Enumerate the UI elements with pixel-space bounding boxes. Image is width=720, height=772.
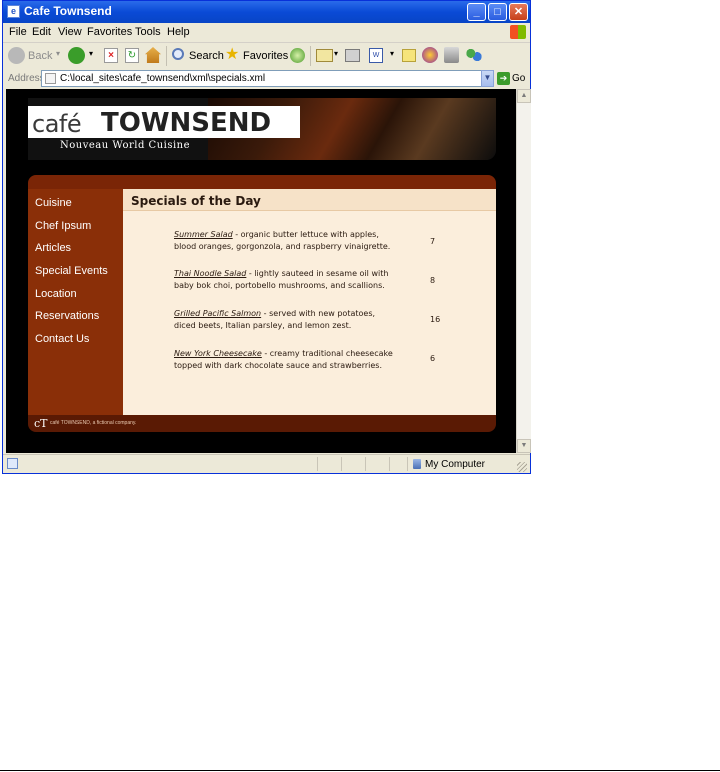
site-logo[interactable]: café TOWNSEND [28,106,300,138]
special-price: 16 [430,315,441,324]
special-name-link[interactable]: Grilled Pacific Salmon [174,309,261,318]
menu-favorites[interactable]: Favorites [87,26,132,38]
content-title-bar: Specials of the Day [123,189,496,211]
toolbar-separator [310,46,311,66]
go-button-label[interactable]: Go [512,73,525,84]
nav-item-chef-ipsum[interactable]: Chef Ipsum [35,220,91,232]
nav-item-articles[interactable]: Articles [35,242,71,254]
nav-item-special-events[interactable]: Special Events [35,265,108,277]
address-label: Address [8,73,45,84]
search-button-label[interactable]: Search [189,50,224,62]
maximize-button[interactable]: □ [488,3,507,21]
menu-edit[interactable]: Edit [32,26,51,38]
scroll-up-icon[interactable]: ▲ [517,89,531,103]
menu-view[interactable]: View [58,26,82,38]
page-viewport: café TOWNSEND Nouveau World Cuisine Cuis… [6,89,516,453]
back-button-label[interactable]: Back [28,50,52,62]
mail-dropdown-icon[interactable]: ▾ [334,49,338,58]
special-price: 6 [430,354,436,363]
special-name-link[interactable]: Thai Noodle Salad [174,269,246,278]
back-dropdown-icon[interactable]: ▾ [56,49,60,58]
people-icon[interactable] [466,47,482,63]
logo-cafe-text: café [32,110,82,138]
ie-page-icon: e [7,5,20,18]
status-separator [341,457,342,471]
footer-logo: cT [34,417,48,430]
favorites-star-icon[interactable]: ★ [225,46,239,64]
title-bar[interactable]: e Cafe Townsend _ □ ✕ [3,1,530,23]
nav-item-location[interactable]: Location [35,288,77,300]
site-footer: cT café TOWNSEND, a fictional company. [28,415,496,432]
address-dropdown-icon[interactable]: ▼ [481,70,494,87]
nav-item-cuisine[interactable]: Cuisine [35,197,72,209]
special-item: Grilled Pacific Salmon - served with new… [174,308,399,332]
mail-icon[interactable] [316,49,333,62]
toolbar: Back ▾ ▾ × ↻ Search ★ Favorites ▾ W ▾ [3,43,530,70]
resize-grip-icon[interactable] [517,462,527,472]
status-bar: My Computer [3,454,530,473]
stop-icon[interactable]: × [104,48,118,63]
windows-logo-icon [510,25,526,39]
refresh-icon[interactable]: ↻ [125,48,139,63]
nav-item-reservations[interactable]: Reservations [35,310,99,322]
status-separator [317,457,318,471]
content-panel: Specials of the Day Summer Salad - organ… [123,189,496,415]
forward-dropdown-icon[interactable]: ▾ [89,49,93,58]
site-nav-sidebar: Cuisine Chef Ipsum Articles Special Even… [28,189,123,415]
footer-copyright: café TOWNSEND, a fictional company. [50,420,137,426]
page-status-icon [7,458,18,469]
special-name-link[interactable]: Summer Salad [174,230,233,239]
forward-arrow-icon[interactable] [68,47,85,64]
vertical-scrollbar[interactable]: ▲ ▼ [516,89,531,453]
window-title: Cafe Townsend [24,4,112,18]
site-tagline: Nouveau World Cuisine [60,140,191,151]
search-icon[interactable] [172,48,184,60]
minimize-button[interactable]: _ [467,3,486,21]
back-arrow-icon[interactable] [8,47,25,64]
site-header-banner: café TOWNSEND Nouveau World Cuisine [28,98,496,160]
status-separator [365,457,366,471]
special-price: 7 [430,237,436,246]
menu-tools[interactable]: Tools [135,26,161,38]
xml-page-icon [45,73,56,84]
my-computer-icon [413,459,421,469]
toolbar-separator [166,46,167,66]
logo-townsend-text: TOWNSEND [101,108,272,138]
messenger-icon[interactable] [422,47,438,63]
history-icon[interactable] [290,48,305,63]
menu-file[interactable]: File [9,26,27,38]
print-icon[interactable] [345,49,360,62]
special-item: Summer Salad - organic butter lettuce wi… [174,229,399,253]
menu-bar: File Edit View Favorites Tools Help [3,23,530,43]
site-frame-top [28,175,496,189]
address-bar: Address C:\local_sites\cafe_townsend\xml… [3,69,530,89]
special-item: New York Cheesecake - creamy traditional… [174,348,399,372]
edit-icon[interactable]: W [369,48,383,63]
browser-window: e Cafe Townsend _ □ ✕ File Edit View Fav… [2,0,531,474]
page-title: Specials of the Day [131,194,261,208]
special-name-link[interactable]: New York Cheesecake [174,349,262,358]
research-icon[interactable] [444,47,459,63]
special-price: 8 [430,276,436,285]
edit-dropdown-icon[interactable]: ▾ [390,49,394,58]
security-zone-label: My Computer [425,459,486,470]
go-arrow-icon[interactable]: ➔ [497,72,510,85]
nav-item-contact-us[interactable]: Contact Us [35,333,89,345]
status-separator [389,457,390,471]
home-icon[interactable] [145,47,161,63]
page-bottom-rule [0,770,720,771]
address-input[interactable]: C:\local_sites\cafe_townsend\xml\special… [41,70,493,87]
menu-help[interactable]: Help [167,26,190,38]
address-url[interactable]: C:\local_sites\cafe_townsend\xml\special… [60,73,265,84]
favorites-button-label[interactable]: Favorites [243,50,288,62]
status-separator [407,457,408,471]
scroll-down-icon[interactable]: ▼ [517,439,531,453]
close-button[interactable]: ✕ [509,3,528,21]
discuss-icon[interactable] [402,49,416,62]
special-item: Thai Noodle Salad - lightly sauteed in s… [174,268,399,292]
